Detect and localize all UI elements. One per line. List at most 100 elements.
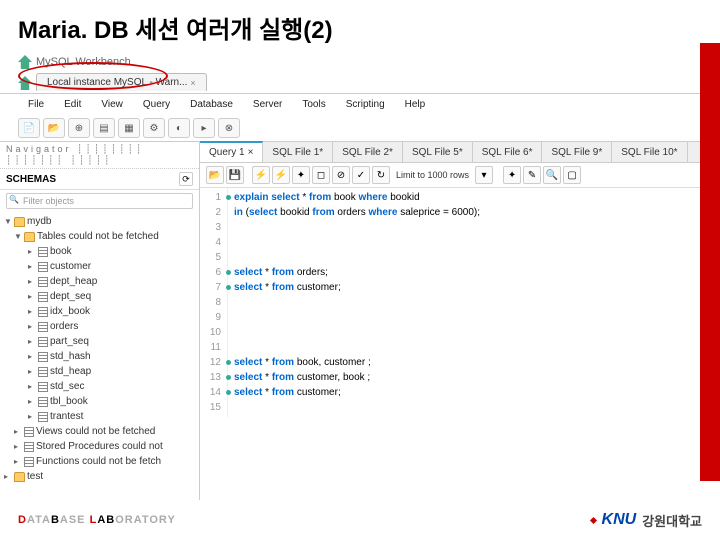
table-node[interactable]: ▸book (4, 244, 195, 259)
table-icon (38, 307, 48, 317)
side-accent (700, 43, 720, 481)
refresh-icon[interactable]: ⟳ (179, 172, 193, 186)
views-folder[interactable]: ▸Views could not be fetched (4, 424, 195, 439)
table-icon (38, 262, 48, 272)
toolbar-btn[interactable]: ⊗ (218, 118, 240, 138)
editor-tab[interactable]: SQL File 9* (542, 142, 612, 162)
sp-folder[interactable]: ▸Stored Procedures could not (4, 439, 195, 454)
connection-tab-label: Local instance MySQL - Warn... (47, 77, 187, 88)
toolbar-open[interactable]: 📂 (43, 118, 65, 138)
execute-current-icon[interactable]: ⚡ (272, 166, 290, 184)
connection-tabs: Local instance MySQL - Warn... × (0, 71, 720, 91)
navigator-header: Navigator ┊┊┊┊┊┊┊┊ ┊┊┊┊┊┊┊ ┊┊┊┊┊ (0, 142, 199, 169)
find-icon[interactable]: 🔍 (543, 166, 561, 184)
editor-toolbar: 📂 💾 ⚡ ⚡ ✦ ◻ ⊘ ✓ ↻ Limit to 1000 rows ▾ ✦… (200, 163, 720, 188)
db-node[interactable]: ▼mydb (4, 214, 195, 229)
sql-editor[interactable]: 12345 67891011 12131415 explain select *… (200, 188, 720, 417)
logo-dot-icon (589, 516, 596, 523)
toolbar-btn[interactable]: ▸ (193, 118, 215, 138)
editor-tab[interactable]: SQL File 5* (403, 142, 473, 162)
table-node[interactable]: ▸customer (4, 259, 195, 274)
app-icon (18, 55, 32, 69)
explain-icon[interactable]: ✦ (292, 166, 310, 184)
app-name: MySQL Workbench (36, 56, 131, 68)
fn-icon (24, 457, 34, 467)
table-node[interactable]: ▸tbl_book (4, 394, 195, 409)
main-area: Navigator ┊┊┊┊┊┊┊┊ ┊┊┊┊┊┊┊ ┊┊┊┊┊ SCHEMAS… (0, 142, 720, 512)
table-icon (38, 337, 48, 347)
beautify-icon[interactable]: ✦ (503, 166, 521, 184)
menu-scripting[interactable]: Scripting (336, 96, 395, 113)
stop-icon[interactable]: ◻ (312, 166, 330, 184)
toolbar-btn[interactable]: ◐ (168, 118, 190, 138)
editor-tab-query1[interactable]: Query 1× (200, 141, 263, 162)
editor-tab[interactable]: SQL File 6* (473, 142, 543, 162)
schema-tree: ▼mydb ▼Tables could not be fetched ▸book… (0, 212, 199, 486)
menu-bar: File Edit View Query Database Server Too… (0, 93, 720, 115)
toolbar-icon[interactable]: ⊘ (332, 166, 350, 184)
toolbar-icon[interactable]: ▢ (563, 166, 581, 184)
table-node[interactable]: ▸std_sec (4, 379, 195, 394)
table-node[interactable]: ▸idx_book (4, 304, 195, 319)
menu-query[interactable]: Query (133, 96, 180, 113)
sp-icon (24, 442, 34, 452)
commit-icon[interactable]: ✓ (352, 166, 370, 184)
menu-help[interactable]: Help (395, 96, 436, 113)
toolbar-btn[interactable]: ⊕ (68, 118, 90, 138)
table-node[interactable]: ▸dept_heap (4, 274, 195, 289)
menu-file[interactable]: File (18, 96, 54, 113)
execute-icon[interactable]: ⚡ (252, 166, 270, 184)
table-node[interactable]: ▸trantest (4, 409, 195, 424)
toolbar-icon[interactable]: ↻ (372, 166, 390, 184)
home-tab-icon[interactable] (18, 76, 32, 90)
knu-logo-text: KNU (602, 511, 637, 529)
toolbar-new-sql[interactable]: 📄 (18, 118, 40, 138)
folder-icon (24, 232, 35, 242)
table-icon (38, 352, 48, 362)
close-icon[interactable]: × (190, 78, 195, 88)
line-gutter: 12345 67891011 12131415 (200, 188, 228, 417)
tables-folder[interactable]: ▼Tables could not be fetched (4, 229, 195, 244)
app-titlebar: MySQL Workbench (0, 53, 720, 71)
table-node[interactable]: ▸orders (4, 319, 195, 334)
table-icon (38, 367, 48, 377)
main-toolbar: 📄 📂 ⊕ ▤ ▦ ⚙ ◐ ▸ ⊗ (0, 115, 720, 142)
db-node[interactable]: ▸test (4, 469, 195, 484)
editor-tab[interactable]: SQL File 2* (333, 142, 403, 162)
menu-view[interactable]: View (91, 96, 133, 113)
table-icon (38, 322, 48, 332)
table-node[interactable]: ▸std_hash (4, 349, 195, 364)
save-icon[interactable]: 💾 (226, 166, 244, 184)
limit-dropdown[interactable]: Limit to 1000 rows (392, 170, 473, 180)
toolbar-icon[interactable]: ▾ (475, 166, 493, 184)
menu-edit[interactable]: Edit (54, 96, 91, 113)
schemas-label: SCHEMAS (6, 174, 56, 185)
menu-server[interactable]: Server (243, 96, 292, 113)
toolbar-icon[interactable]: ✎ (523, 166, 541, 184)
connection-tab[interactable]: Local instance MySQL - Warn... × (36, 73, 207, 91)
navigator-panel: Navigator ┊┊┊┊┊┊┊┊ ┊┊┊┊┊┊┊ ┊┊┊┊┊ SCHEMAS… (0, 142, 200, 512)
database-icon (14, 217, 25, 227)
table-node[interactable]: ▸part_seq (4, 334, 195, 349)
editor-tab[interactable]: SQL File 1* (263, 142, 333, 162)
filter-input[interactable]: Filter objects (6, 193, 193, 209)
editor-tab[interactable]: SQL File 10* (612, 142, 687, 162)
table-icon (38, 397, 48, 407)
slide-footer: DATABASE LABORATORY KNU 강원대학교 (0, 500, 720, 540)
table-node[interactable]: ▸std_heap (4, 364, 195, 379)
menu-database[interactable]: Database (180, 96, 243, 113)
database-icon (14, 472, 25, 482)
close-icon[interactable]: × (248, 147, 254, 158)
menu-tools[interactable]: Tools (292, 96, 335, 113)
open-file-icon[interactable]: 📂 (206, 166, 224, 184)
sql-source[interactable]: explain select * from book where bookid … (228, 188, 486, 417)
table-icon (38, 277, 48, 287)
lab-name: DATABASE LABORATORY (18, 514, 176, 526)
table-icon (38, 412, 48, 422)
toolbar-btn[interactable]: ⚙ (143, 118, 165, 138)
toolbar-btn[interactable]: ▤ (93, 118, 115, 138)
table-node[interactable]: ▸dept_seq (4, 289, 195, 304)
toolbar-btn[interactable]: ▦ (118, 118, 140, 138)
fn-folder[interactable]: ▸Functions could not be fetch (4, 454, 195, 469)
university-logo: KNU 강원대학교 (591, 511, 702, 530)
